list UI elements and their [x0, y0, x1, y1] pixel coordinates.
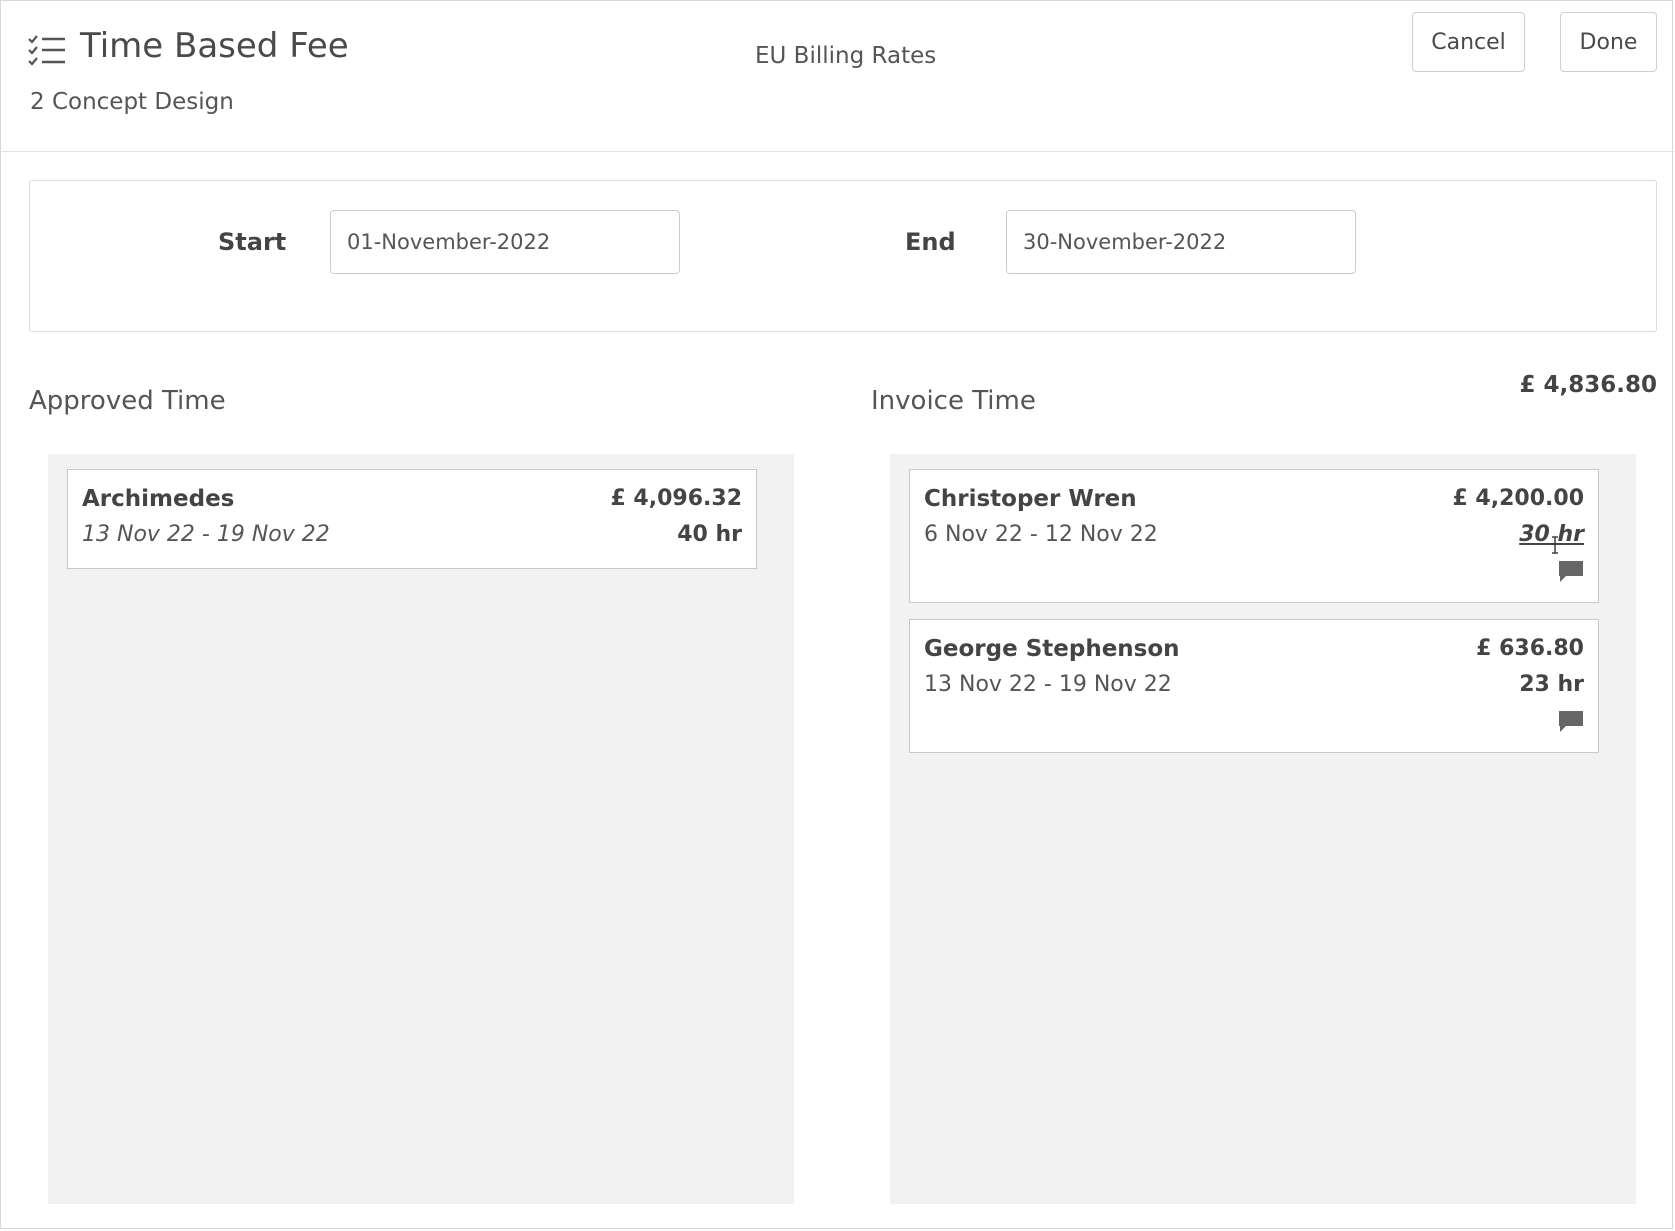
dialog-header: Time Based Fee 2 Concept Design EU Billi… — [0, 0, 1675, 152]
approved-time-list[interactable]: Archimedes 13 Nov 22 - 19 Nov 22 £ 4,096… — [48, 454, 794, 1204]
entry-amount: £ 4,200.00 — [1452, 486, 1584, 511]
entry-hours[interactable]: 40 hr — [677, 522, 742, 547]
done-button[interactable]: Done — [1560, 12, 1657, 72]
end-date-input[interactable] — [1006, 210, 1356, 274]
entry-hours[interactable]: 23 hr — [1519, 672, 1584, 697]
time-entry-card[interactable]: Christoper Wren 6 Nov 22 - 12 Nov 22 £ 4… — [909, 469, 1599, 603]
invoice-time-heading: Invoice Time — [871, 386, 1036, 416]
entry-amount: £ 636.80 — [1476, 636, 1584, 661]
checklist-icon — [28, 35, 65, 66]
entry-amount: £ 4,096.32 — [610, 486, 742, 511]
date-range-panel — [29, 180, 1657, 332]
entry-date-range: 13 Nov 22 - 19 Nov 22 — [82, 522, 330, 547]
invoice-total: £ 4,836.80 — [1519, 372, 1657, 398]
comment-icon[interactable] — [1558, 710, 1584, 734]
text-cursor-icon — [1552, 536, 1558, 554]
approved-time-heading: Approved Time — [29, 386, 226, 416]
entry-person-name: Christoper Wren — [924, 486, 1137, 512]
entry-person-name: Archimedes — [82, 486, 235, 512]
stage-subtitle: 2 Concept Design — [30, 89, 234, 115]
comment-icon[interactable] — [1558, 560, 1584, 584]
start-date-input[interactable] — [330, 210, 680, 274]
entry-person-name: George Stephenson — [924, 636, 1180, 662]
end-label: End — [905, 228, 956, 256]
time-entry-card[interactable]: Archimedes 13 Nov 22 - 19 Nov 22 £ 4,096… — [67, 469, 757, 569]
cancel-button[interactable]: Cancel — [1412, 12, 1525, 72]
page-title: Time Based Fee — [80, 26, 349, 66]
invoice-time-list[interactable]: Christoper Wren 6 Nov 22 - 12 Nov 22 £ 4… — [890, 454, 1636, 1204]
entry-date-range: 13 Nov 22 - 19 Nov 22 — [924, 672, 1172, 697]
entry-date-range: 6 Nov 22 - 12 Nov 22 — [924, 522, 1158, 547]
time-entry-card[interactable]: George Stephenson 13 Nov 22 - 19 Nov 22 … — [909, 619, 1599, 753]
start-label: Start — [218, 228, 287, 256]
billing-rate-label: EU Billing Rates — [755, 43, 937, 69]
